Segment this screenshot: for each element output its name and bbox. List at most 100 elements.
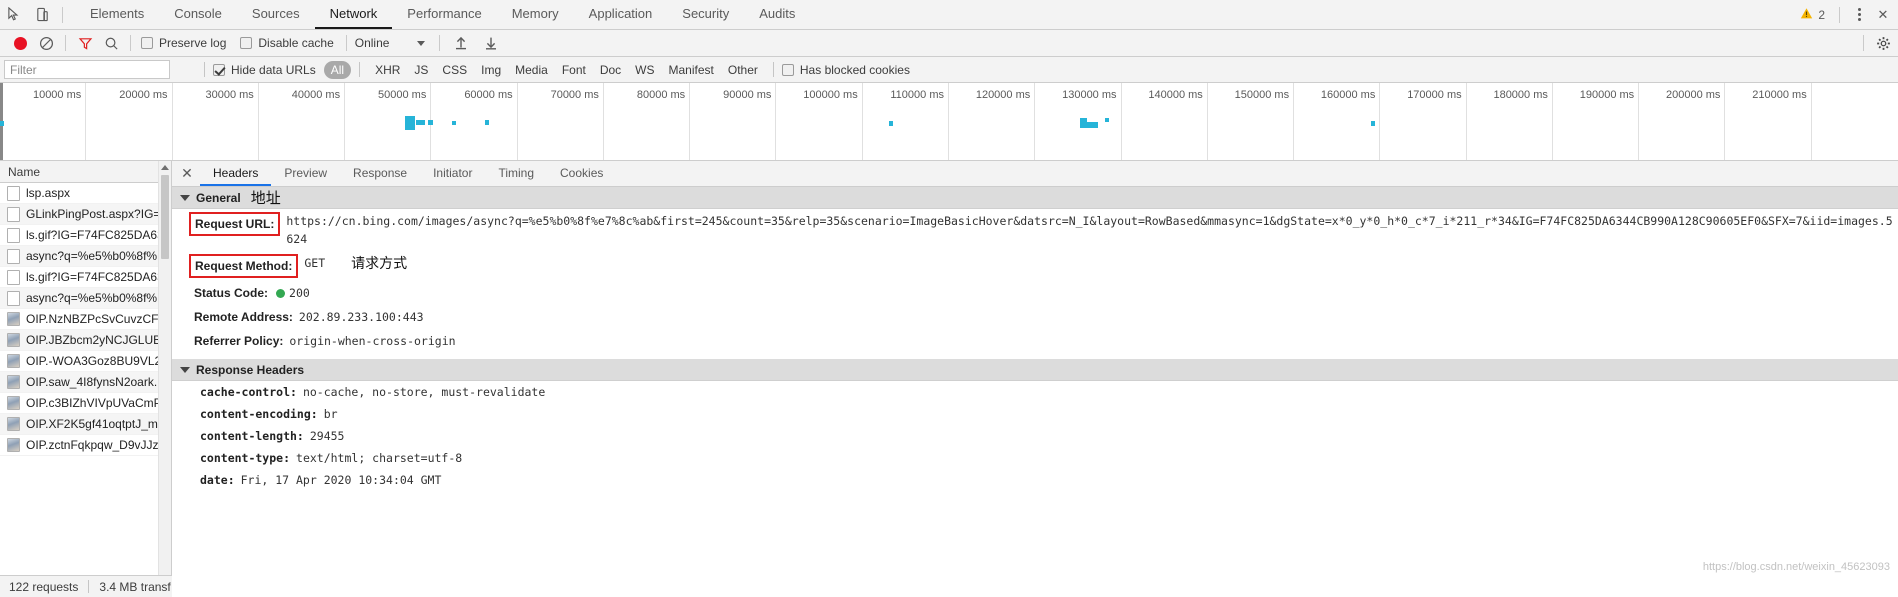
tab-headers[interactable]: Headers <box>200 161 272 186</box>
tab-preview[interactable]: Preview <box>271 161 340 186</box>
list-item[interactable]: lsp.aspx <box>0 183 171 204</box>
overview-request-bar <box>1105 118 1109 122</box>
has-blocked-cookies-checkbox[interactable]: Has blocked cookies <box>781 63 910 77</box>
list-item[interactable]: async?q=%e5%b0%8f%. <box>0 246 171 267</box>
tab-network[interactable]: Network <box>314 0 393 29</box>
filter-type-xhr[interactable]: XHR <box>368 61 407 79</box>
list-item[interactable]: OIP.-WOA3Goz8BU9VL2 <box>0 351 171 372</box>
response-header-row: content-encoding: br <box>172 403 1898 425</box>
tab-response[interactable]: Response <box>340 161 420 186</box>
referrer-policy-value: origin-when-cross-origin <box>289 334 456 348</box>
clear-network-log-icon[interactable] <box>33 36 59 51</box>
list-item-label: OIP.JBZbcm2yNCJGLUBI <box>26 333 165 347</box>
list-item[interactable]: async?q=%e5%b0%8f%. <box>0 288 171 309</box>
filter-type-other[interactable]: Other <box>721 61 765 79</box>
net-toolbar-divider-5 <box>1863 35 1864 51</box>
response-header-value: no-cache, no-store, must-revalidate <box>302 385 546 399</box>
tab-sources[interactable]: Sources <box>237 0 315 29</box>
throttling-select[interactable]: Online <box>353 36 426 50</box>
list-item[interactable]: ls.gif?IG=F74FC825DA63 <box>0 267 171 288</box>
filter-type-font[interactable]: Font <box>555 61 593 79</box>
scroll-up-arrow-icon[interactable] <box>159 161 171 174</box>
response-header-row: date: Fri, 17 Apr 2020 10:34:04 GMT <box>172 469 1898 491</box>
devtools-tabbar-actions: 2 ✕ <box>1792 0 1894 29</box>
disable-cache-checkbox[interactable]: Disable cache <box>240 36 334 50</box>
column-header-name: Name <box>8 164 41 179</box>
overview-request-bar <box>1080 122 1098 128</box>
tab-initiator[interactable]: Initiator <box>420 161 485 186</box>
overview-request-bar <box>452 121 456 125</box>
request-method-key: Request Method: <box>189 254 299 278</box>
filter-type-img[interactable]: Img <box>474 61 508 79</box>
filter-divider-1 <box>204 62 205 77</box>
status-code-row: Status Code: 200 <box>172 281 1898 305</box>
filter-divider-3 <box>772 62 774 77</box>
import-har-icon[interactable] <box>446 35 476 51</box>
device-toolbar-icon[interactable] <box>28 2 56 28</box>
list-item-label: OIP.-WOA3Goz8BU9VL2 <box>26 354 162 368</box>
image-icon <box>7 312 20 326</box>
transferred-size: 3.4 MB transf <box>99 579 171 594</box>
status-badge: 200 <box>274 284 310 302</box>
status-ok-icon <box>276 289 286 298</box>
tab-audits[interactable]: Audits <box>744 0 810 29</box>
filter-type-doc[interactable]: Doc <box>593 61 628 79</box>
list-item-label: OIP.zctnFqkpqw_D9vJJz <box>26 438 159 452</box>
filter-type-media[interactable]: Media <box>508 61 555 79</box>
list-item[interactable]: OIP.saw_4I8fynsN2oark.. <box>0 372 171 393</box>
throttling-value: Online <box>354 36 390 50</box>
response-headers-section-header[interactable]: Response Headers <box>172 359 1898 381</box>
list-item[interactable]: ls.gif?IG=F74FC825DA63 <box>0 225 171 246</box>
list-item[interactable]: OIP.zctnFqkpqw_D9vJJz <box>0 435 171 456</box>
tab-timing[interactable]: Timing <box>485 161 547 186</box>
request-list-scrollbar[interactable] <box>158 161 171 597</box>
request-list-header[interactable]: Name <box>0 161 171 183</box>
filter-type-manifest[interactable]: Manifest <box>662 61 721 79</box>
list-item[interactable]: OIP.XF2K5gf41oqtptJ_m <box>0 414 171 435</box>
list-item[interactable]: GLinkPingPost.aspx?IG= <box>0 204 171 225</box>
scrollbar-thumb[interactable] <box>161 175 169 259</box>
record-button-icon[interactable] <box>7 36 33 50</box>
export-har-icon[interactable] <box>476 35 506 51</box>
gear-icon[interactable] <box>1870 36 1896 51</box>
net-toolbar-divider-4 <box>439 35 441 51</box>
image-icon <box>7 375 20 389</box>
tab-cookies[interactable]: Cookies <box>547 161 616 186</box>
request-list[interactable]: lsp.aspx GLinkPingPost.aspx?IG= ls.gif?IG=… <box>0 183 171 597</box>
overview-request-bar <box>889 121 893 126</box>
tab-elements[interactable]: Elements <box>75 0 159 29</box>
kebab-menu-icon[interactable] <box>1846 2 1872 28</box>
tab-application[interactable]: Application <box>574 0 668 29</box>
funnel-filter-icon[interactable] <box>72 36 98 51</box>
image-icon <box>7 354 20 368</box>
request-url-key: Request URL: <box>189 212 281 236</box>
request-details-body: General 地址 Request URL: https://cn.bing.… <box>172 187 1898 597</box>
tab-console[interactable]: Console <box>159 0 237 29</box>
hide-data-urls-checkbox[interactable]: Hide data URLs <box>213 63 316 77</box>
request-url-value[interactable]: https://cn.bing.com/images/async?q=%e5%b… <box>286 212 1898 248</box>
tab-security[interactable]: Security <box>667 0 744 29</box>
list-item[interactable]: OIP.NzNBZPcSvCuvzCFL <box>0 309 171 330</box>
close-panel-icon[interactable]: ✕ <box>174 161 200 186</box>
general-section-header[interactable]: General 地址 <box>172 187 1898 209</box>
list-item[interactable]: OIP.c3BIZhVIVpUVaCmP <box>0 393 171 414</box>
tab-memory[interactable]: Memory <box>497 0 574 29</box>
search-icon[interactable] <box>98 36 124 51</box>
list-item[interactable]: OIP.JBZbcm2yNCJGLUBI <box>0 330 171 351</box>
referrer-policy-row: Referrer Policy: origin-when-cross-origi… <box>172 329 1898 353</box>
filter-input[interactable] <box>4 60 170 79</box>
overview-request-bar <box>405 116 415 130</box>
overview-request-bar <box>416 120 425 125</box>
preserve-log-checkbox[interactable]: Preserve log <box>141 36 226 50</box>
tab-performance[interactable]: Performance <box>392 0 496 29</box>
document-icon <box>7 248 20 264</box>
response-header-value: Fri, 17 Apr 2020 10:34:04 GMT <box>240 473 442 487</box>
warning-badge[interactable]: 2 <box>1792 7 1833 23</box>
filter-type-css[interactable]: CSS <box>435 61 474 79</box>
close-devtools-icon[interactable]: ✕ <box>1872 2 1894 28</box>
filter-type-js[interactable]: JS <box>407 61 435 79</box>
filter-type-ws[interactable]: WS <box>628 61 661 79</box>
network-overview-timeline[interactable]: 10000 ms 20000 ms 30000 ms 40000 ms 50000 ms… <box>0 83 1898 161</box>
inspect-cursor-icon[interactable] <box>0 2 28 28</box>
filter-type-all[interactable]: All <box>323 60 352 79</box>
